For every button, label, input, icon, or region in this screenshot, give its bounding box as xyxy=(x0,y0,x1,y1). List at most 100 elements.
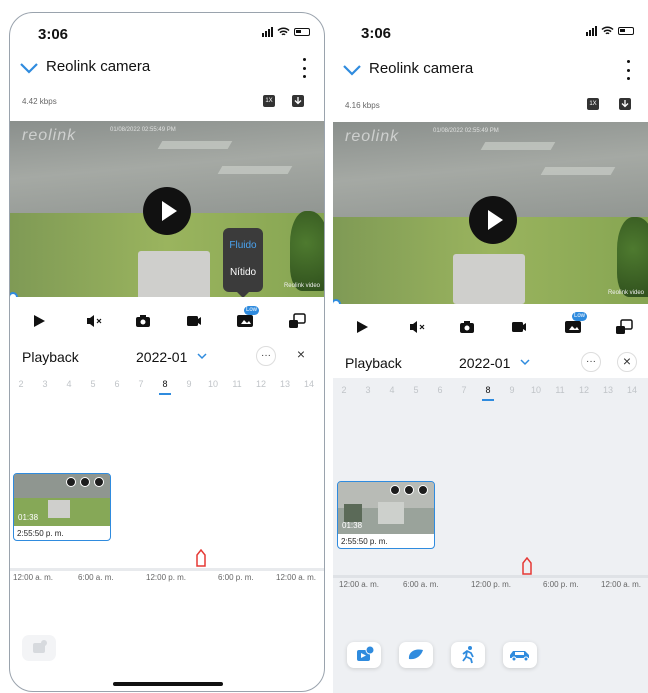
video-player[interactable]: reolink 01/08/2022 02:55:49 PM Reolink v… xyxy=(10,121,324,297)
timeline-cursor-icon[interactable] xyxy=(522,557,532,575)
clip-duration: 01:38 xyxy=(18,513,39,522)
day-item-selected[interactable]: 8 xyxy=(481,385,495,395)
day-item[interactable]: 14 xyxy=(625,385,639,395)
playback-header: Playback 2022-01 ··· × xyxy=(333,352,648,376)
day-item[interactable]: 12 xyxy=(254,379,268,389)
day-item[interactable]: 4 xyxy=(62,379,76,389)
clip-thumbnail[interactable]: 01:38 2:55:50 p. m. xyxy=(337,481,435,549)
day-item[interactable]: 3 xyxy=(361,385,375,395)
more-menu-icon[interactable] xyxy=(298,58,310,78)
day-item-selected[interactable]: 8 xyxy=(158,379,172,389)
day-item[interactable]: 13 xyxy=(601,385,615,395)
more-options-button[interactable]: ··· xyxy=(581,352,601,372)
progress-handle[interactable] xyxy=(10,292,18,297)
filter-vehicle-button[interactable] xyxy=(503,642,537,668)
timeline-cursor-icon[interactable] xyxy=(196,549,206,567)
progress-handle[interactable] xyxy=(333,299,341,304)
status-time: 3:06 xyxy=(361,25,392,42)
date-selector[interactable]: 2022-01 xyxy=(136,349,187,365)
video-camera-label: Reolink video xyxy=(283,283,320,289)
day-item[interactable]: 5 xyxy=(409,385,423,395)
filter-video-button[interactable] xyxy=(22,635,56,661)
day-item[interactable]: 7 xyxy=(457,385,471,395)
day-item[interactable]: 2 xyxy=(337,385,351,395)
timeline-labels: 12:00 a. m. 6:00 a. m. 12:00 p. m. 6:00 … xyxy=(333,580,648,592)
video-alert-icon xyxy=(33,640,47,653)
timeline-label: 12:00 a. m. xyxy=(339,580,380,589)
battery-icon xyxy=(618,27,634,35)
close-button[interactable]: × xyxy=(291,346,311,366)
camera-title: Reolink camera xyxy=(369,60,474,77)
day-item[interactable]: 12 xyxy=(577,385,591,395)
record-icon[interactable] xyxy=(185,312,203,330)
record-icon[interactable] xyxy=(510,318,528,336)
day-item[interactable]: 7 xyxy=(134,379,148,389)
quality-option-nitido[interactable]: Nítido xyxy=(223,267,263,278)
timeline-track[interactable] xyxy=(333,575,648,578)
play-icon[interactable] xyxy=(353,318,371,336)
date-chevron-icon[interactable] xyxy=(197,351,207,361)
home-indicator xyxy=(113,682,223,686)
clip-thumbnail[interactable]: 01:38 2:55:50 p. m. xyxy=(13,473,111,541)
day-item[interactable]: 3 xyxy=(38,379,52,389)
stream-quality-button[interactable]: Low xyxy=(564,312,588,336)
snapshot-icon[interactable] xyxy=(134,312,152,330)
speed-button[interactable]: 1X xyxy=(587,98,599,110)
right-phone-screen: 3:06 Reolink camera 4.16 kbps 1X reolink xyxy=(333,12,648,693)
download-button[interactable] xyxy=(292,95,304,107)
signal-icon xyxy=(586,26,597,36)
speed-button[interactable]: 1X xyxy=(263,95,275,107)
day-item[interactable]: 11 xyxy=(230,379,244,389)
multi-view-icon[interactable] xyxy=(288,312,306,330)
clip-preview: 01:38 xyxy=(338,482,434,534)
watermark-logo: reolink xyxy=(22,127,77,144)
day-item[interactable]: 4 xyxy=(385,385,399,395)
filter-video-alert-button[interactable] xyxy=(347,642,381,668)
player-toolbar: Low xyxy=(10,306,324,336)
chevron-down-icon[interactable] xyxy=(341,59,363,81)
timeline-label: 12:00 p. m. xyxy=(146,573,187,582)
clip-start-time: 2:55:50 p. m. xyxy=(341,537,388,546)
app-bar: Reolink camera xyxy=(10,56,324,84)
day-item[interactable]: 6 xyxy=(110,379,124,389)
multi-view-icon[interactable] xyxy=(615,318,633,336)
video-timestamp: 01/08/2022 02:55:49 PM xyxy=(110,127,176,133)
more-menu-icon[interactable] xyxy=(622,60,634,80)
play-overlay-button[interactable] xyxy=(469,196,517,244)
quality-option-fluido[interactable]: Fluido xyxy=(223,240,263,251)
date-chevron-icon[interactable] xyxy=(520,357,530,367)
more-options-button[interactable]: ··· xyxy=(256,346,276,366)
day-item[interactable]: 11 xyxy=(553,385,567,395)
day-item[interactable]: 2 xyxy=(14,379,28,389)
close-button[interactable]: × xyxy=(617,352,637,372)
day-item[interactable]: 14 xyxy=(302,379,316,389)
timeline-label: 6:00 p. m. xyxy=(218,573,254,582)
download-button[interactable] xyxy=(619,98,631,110)
day-item[interactable]: 10 xyxy=(529,385,543,395)
mute-icon[interactable] xyxy=(85,312,103,330)
play-icon[interactable] xyxy=(30,312,48,330)
camera-title: Reolink camera xyxy=(46,58,151,75)
day-item[interactable]: 5 xyxy=(86,379,100,389)
video-player[interactable]: reolink 01/08/2022 02:55:49 PM Reolink v… xyxy=(333,122,648,304)
playback-header: Playback 2022-01 ··· × xyxy=(10,346,324,370)
snapshot-icon[interactable] xyxy=(458,318,476,336)
day-strip: 2 3 4 5 6 7 8 9 10 11 12 13 14 xyxy=(10,379,324,399)
timeline-track[interactable] xyxy=(10,568,324,571)
day-item[interactable]: 10 xyxy=(206,379,220,389)
wifi-icon xyxy=(277,27,290,36)
day-item[interactable]: 9 xyxy=(505,385,519,395)
wifi-icon xyxy=(601,26,614,35)
date-selector[interactable]: 2022-01 xyxy=(459,355,510,371)
chevron-down-icon[interactable] xyxy=(18,57,40,79)
timeline-label: 6:00 a. m. xyxy=(78,573,114,582)
day-item[interactable]: 6 xyxy=(433,385,447,395)
play-overlay-button[interactable] xyxy=(143,187,191,235)
status-bar: 3:06 xyxy=(333,12,648,52)
day-item[interactable]: 13 xyxy=(278,379,292,389)
filter-motion-button[interactable] xyxy=(399,642,433,668)
day-item[interactable]: 9 xyxy=(182,379,196,389)
filter-person-button[interactable] xyxy=(451,642,485,668)
stream-quality-button[interactable]: Low xyxy=(236,306,260,330)
mute-icon[interactable] xyxy=(408,318,426,336)
